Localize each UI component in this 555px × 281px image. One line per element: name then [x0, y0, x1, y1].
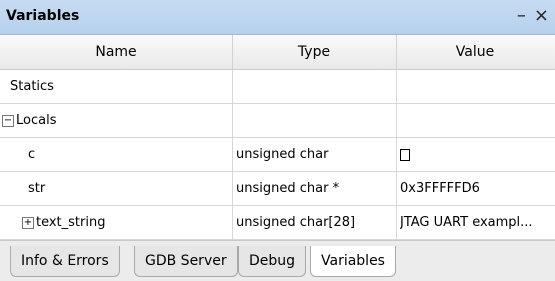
minimize-icon[interactable]: –: [517, 4, 526, 28]
column-header-type[interactable]: Type: [232, 35, 397, 69]
row-type: unsigned char: [236, 147, 329, 162]
row-value: [400, 138, 550, 171]
tab-gdb-server[interactable]: GDB Server: [134, 246, 238, 277]
row-value: [400, 70, 550, 103]
row-type: unsigned char *: [236, 181, 340, 196]
row-value: 0x3FFFFFD6: [400, 181, 480, 196]
panel-title: Variables: [6, 8, 80, 24]
table-header: Name Type Value: [0, 35, 555, 70]
tab-variables[interactable]: Variables: [310, 246, 396, 277]
tab-debug[interactable]: Debug: [238, 246, 307, 277]
row-value: JTAG UART exampl...: [400, 215, 533, 230]
column-header-value[interactable]: Value: [396, 35, 554, 69]
table-row[interactable]: Statics: [0, 70, 555, 104]
row-name: Statics: [10, 79, 54, 94]
row-name: Locals: [16, 113, 57, 128]
row-value: [400, 104, 550, 137]
tab-bar: Info & Errors GDB Server Debug Variables: [0, 240, 555, 281]
box-glyph-icon: [400, 148, 410, 161]
row-type: [236, 104, 394, 137]
row-name: str: [28, 181, 46, 196]
table-row[interactable]: str unsigned char * 0x3FFFFFD6: [0, 172, 555, 206]
table-row[interactable]: − Locals: [0, 104, 555, 138]
column-header-name[interactable]: Name: [0, 35, 233, 69]
row-name: c: [28, 147, 36, 162]
table-row[interactable]: + text_string unsigned char[28] JTAG UART…: [0, 206, 555, 240]
close-icon[interactable]: ×: [534, 4, 549, 28]
table-row[interactable]: c unsigned char: [0, 138, 555, 172]
row-type: [236, 70, 394, 103]
collapse-icon[interactable]: −: [2, 114, 14, 127]
expand-icon[interactable]: +: [22, 216, 34, 229]
panel-titlebar: Variables – ×: [0, 0, 555, 35]
tab-info-errors[interactable]: Info & Errors: [10, 246, 120, 277]
row-type: unsigned char[28]: [236, 215, 356, 230]
row-name: text_string: [36, 215, 106, 230]
